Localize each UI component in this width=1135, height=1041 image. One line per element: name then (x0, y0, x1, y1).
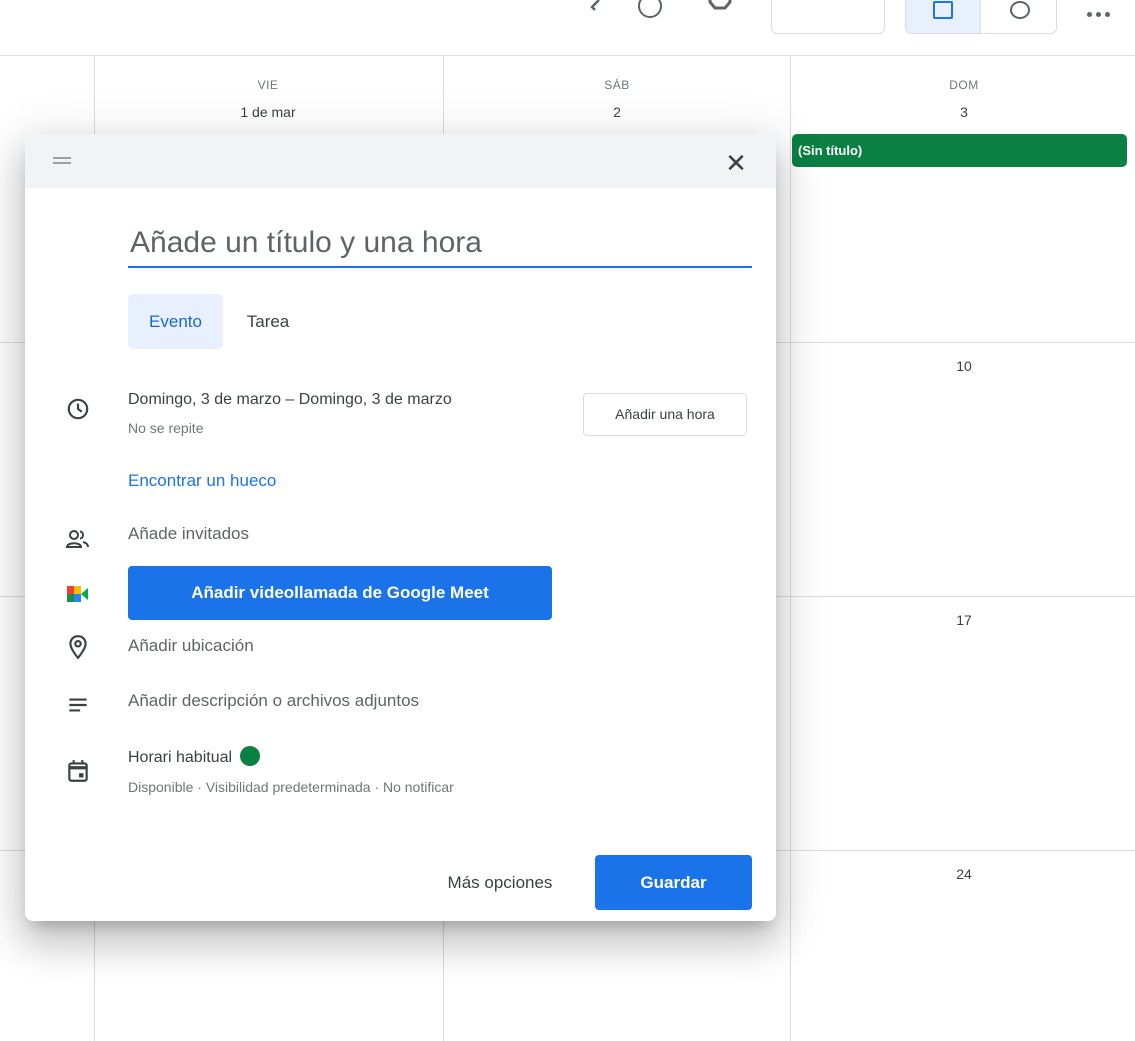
event-chip[interactable]: (Sin título) (792, 134, 1127, 167)
grid-divider (790, 56, 791, 1041)
settings-icon[interactable] (707, 0, 733, 16)
location-input[interactable]: Añadir ubicación (128, 636, 254, 656)
clock-icon (67, 398, 89, 420)
more-options-button[interactable]: Más opciones (425, 856, 575, 910)
location-icon (69, 635, 87, 660)
calendar-view-button[interactable] (906, 0, 981, 33)
recurrence-text[interactable]: No se repite (128, 420, 203, 436)
google-meet-icon (67, 586, 88, 602)
day-header-fri[interactable]: VIE 1 de mar (95, 78, 441, 120)
calendar-view-icon (933, 1, 953, 19)
day-header-sun[interactable]: DOM 3 (791, 78, 1135, 120)
calendar-icon (68, 760, 88, 782)
view-toggle[interactable] (905, 0, 1057, 34)
calendar-name: Horari habitual (128, 749, 233, 766)
tasks-icon (1010, 1, 1030, 19)
day-name: SÁB (604, 78, 630, 92)
title-input[interactable] (128, 220, 752, 268)
tab-tarea[interactable]: Tarea (233, 294, 303, 349)
tab-evento[interactable]: Evento (128, 294, 223, 349)
day-number[interactable]: 3 (791, 104, 1135, 120)
calendar-color-dot (240, 746, 261, 766)
add-hour-button[interactable]: Añadir una hora (583, 393, 747, 436)
guests-input[interactable]: Añade invitados (128, 524, 249, 544)
cell-date[interactable]: 17 (791, 612, 1135, 628)
cell-date[interactable]: 10 (791, 358, 1135, 374)
help-icon[interactable] (638, 0, 662, 18)
description-input[interactable]: Añadir descripción o archivos adjuntos (128, 691, 419, 711)
calendar-selector[interactable]: Horari habitual (128, 746, 261, 767)
day-name: VIE (257, 78, 279, 92)
guests-icon (65, 530, 89, 548)
day-number[interactable]: 1 de mar (95, 104, 441, 120)
day-header-sat[interactable]: SÁB 2 (444, 78, 790, 120)
drag-handle-icon[interactable] (53, 157, 71, 164)
cell-date[interactable]: 24 (791, 866, 1135, 882)
back-icon[interactable] (589, 0, 601, 14)
event-create-dialog: ✕ Evento Tarea Domingo, 3 de marzo – Dom… (25, 134, 776, 921)
save-button[interactable]: Guardar (595, 855, 752, 910)
top-toolbar (0, 0, 1135, 56)
more-icon[interactable] (1087, 4, 1115, 18)
description-icon (69, 698, 87, 712)
calendar-details[interactable]: Disponible · Visibilidad predeterminada … (128, 779, 454, 795)
day-number[interactable]: 2 (444, 104, 790, 120)
day-name: DOM (949, 78, 979, 92)
close-icon[interactable]: ✕ (721, 148, 751, 178)
dialog-header[interactable]: ✕ (25, 134, 776, 188)
date-range[interactable]: Domingo, 3 de marzo – Domingo, 3 de marz… (128, 391, 452, 409)
find-slot-link[interactable]: Encontrar un hueco (128, 471, 276, 491)
google-meet-button[interactable]: Añadir videollamada de Google Meet (128, 566, 552, 620)
view-selector[interactable] (771, 0, 885, 34)
